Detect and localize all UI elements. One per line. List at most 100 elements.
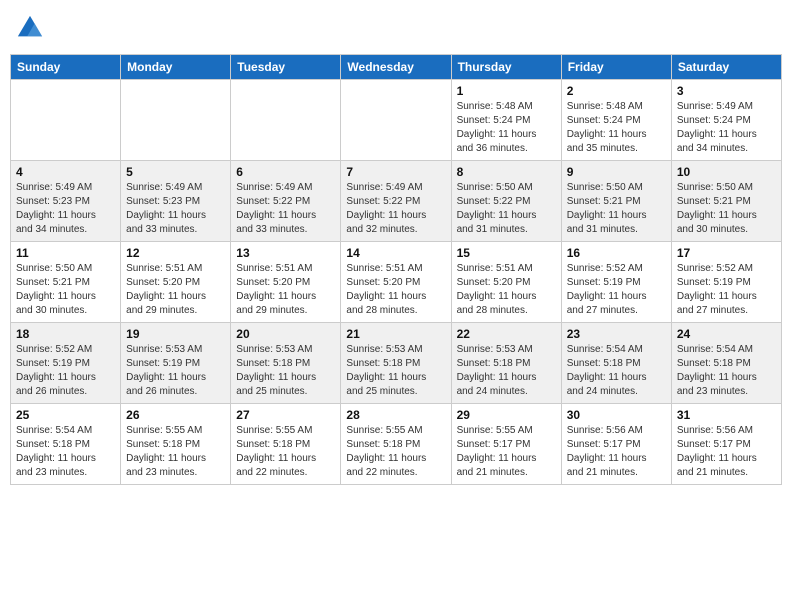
calendar-week-row: 4 Sunrise: 5:49 AM Sunset: 5:23 PM Daylig… [11, 161, 782, 242]
weekday-header-monday: Monday [121, 55, 231, 80]
day-number: 10 [677, 165, 776, 179]
day-number: 18 [16, 327, 115, 341]
day-number: 3 [677, 84, 776, 98]
calendar-cell: 3 Sunrise: 5:49 AM Sunset: 5:24 PM Daylig… [671, 80, 781, 161]
weekday-header-row: SundayMondayTuesdayWednesdayThursdayFrid… [11, 55, 782, 80]
day-info: Sunrise: 5:55 AM Sunset: 5:18 PM Dayligh… [346, 424, 445, 480]
calendar-cell [341, 80, 451, 161]
calendar-cell: 25 Sunrise: 5:54 AM Sunset: 5:18 PM Dayli… [11, 404, 121, 485]
day-info: Sunrise: 5:55 AM Sunset: 5:18 PM Dayligh… [126, 424, 225, 480]
day-number: 13 [236, 246, 335, 260]
calendar-cell [121, 80, 231, 161]
calendar-cell: 9 Sunrise: 5:50 AM Sunset: 5:21 PM Daylig… [561, 161, 671, 242]
page-header [10, 10, 782, 46]
day-info: Sunrise: 5:55 AM Sunset: 5:17 PM Dayligh… [457, 424, 556, 480]
day-number: 30 [567, 408, 666, 422]
calendar-cell: 28 Sunrise: 5:55 AM Sunset: 5:18 PM Dayli… [341, 404, 451, 485]
day-info: Sunrise: 5:53 AM Sunset: 5:18 PM Dayligh… [346, 343, 445, 399]
weekday-header-sunday: Sunday [11, 55, 121, 80]
calendar-cell: 13 Sunrise: 5:51 AM Sunset: 5:20 PM Dayli… [231, 242, 341, 323]
day-number: 31 [677, 408, 776, 422]
day-info: Sunrise: 5:52 AM Sunset: 5:19 PM Dayligh… [677, 262, 776, 318]
day-info: Sunrise: 5:49 AM Sunset: 5:24 PM Dayligh… [677, 100, 776, 156]
calendar-cell: 14 Sunrise: 5:51 AM Sunset: 5:20 PM Dayli… [341, 242, 451, 323]
day-number: 5 [126, 165, 225, 179]
day-info: Sunrise: 5:50 AM Sunset: 5:21 PM Dayligh… [16, 262, 115, 318]
calendar-cell: 5 Sunrise: 5:49 AM Sunset: 5:23 PM Daylig… [121, 161, 231, 242]
day-info: Sunrise: 5:52 AM Sunset: 5:19 PM Dayligh… [16, 343, 115, 399]
day-number: 9 [567, 165, 666, 179]
weekday-header-saturday: Saturday [671, 55, 781, 80]
calendar-table: SundayMondayTuesdayWednesdayThursdayFrid… [10, 54, 782, 485]
day-info: Sunrise: 5:48 AM Sunset: 5:24 PM Dayligh… [457, 100, 556, 156]
logo [16, 14, 48, 42]
day-info: Sunrise: 5:50 AM Sunset: 5:22 PM Dayligh… [457, 181, 556, 237]
day-info: Sunrise: 5:50 AM Sunset: 5:21 PM Dayligh… [567, 181, 666, 237]
day-number: 24 [677, 327, 776, 341]
calendar-cell [11, 80, 121, 161]
calendar-cell: 23 Sunrise: 5:54 AM Sunset: 5:18 PM Dayli… [561, 323, 671, 404]
day-number: 2 [567, 84, 666, 98]
calendar-cell: 1 Sunrise: 5:48 AM Sunset: 5:24 PM Daylig… [451, 80, 561, 161]
calendar-cell: 22 Sunrise: 5:53 AM Sunset: 5:18 PM Dayli… [451, 323, 561, 404]
calendar-cell: 26 Sunrise: 5:55 AM Sunset: 5:18 PM Dayli… [121, 404, 231, 485]
day-number: 14 [346, 246, 445, 260]
day-info: Sunrise: 5:50 AM Sunset: 5:21 PM Dayligh… [677, 181, 776, 237]
calendar-cell: 27 Sunrise: 5:55 AM Sunset: 5:18 PM Dayli… [231, 404, 341, 485]
calendar-cell: 4 Sunrise: 5:49 AM Sunset: 5:23 PM Daylig… [11, 161, 121, 242]
calendar-cell: 21Sunrise: 5:53 AM Sunset: 5:18 PM Dayli… [341, 323, 451, 404]
weekday-header-thursday: Thursday [451, 55, 561, 80]
day-info: Sunrise: 5:49 AM Sunset: 5:22 PM Dayligh… [346, 181, 445, 237]
weekday-header-tuesday: Tuesday [231, 55, 341, 80]
day-number: 7 [346, 165, 445, 179]
day-number: 4 [16, 165, 115, 179]
calendar-cell: 15 Sunrise: 5:51 AM Sunset: 5:20 PM Dayli… [451, 242, 561, 323]
weekday-header-wednesday: Wednesday [341, 55, 451, 80]
day-info: Sunrise: 5:54 AM Sunset: 5:18 PM Dayligh… [567, 343, 666, 399]
day-info: Sunrise: 5:51 AM Sunset: 5:20 PM Dayligh… [346, 262, 445, 318]
calendar-cell: 2Sunrise: 5:48 AM Sunset: 5:24 PM Daylig… [561, 80, 671, 161]
day-info: Sunrise: 5:55 AM Sunset: 5:18 PM Dayligh… [236, 424, 335, 480]
calendar-cell: 19Sunrise: 5:53 AM Sunset: 5:19 PM Dayli… [121, 323, 231, 404]
day-info: Sunrise: 5:56 AM Sunset: 5:17 PM Dayligh… [677, 424, 776, 480]
logo-icon [16, 14, 44, 42]
day-number: 20 [236, 327, 335, 341]
calendar-week-row: 25 Sunrise: 5:54 AM Sunset: 5:18 PM Dayli… [11, 404, 782, 485]
calendar-week-row: 18 Sunrise: 5:52 AM Sunset: 5:19 PM Dayli… [11, 323, 782, 404]
day-info: Sunrise: 5:51 AM Sunset: 5:20 PM Dayligh… [457, 262, 556, 318]
calendar-cell: 24 Sunrise: 5:54 AM Sunset: 5:18 PM Dayli… [671, 323, 781, 404]
weekday-header-friday: Friday [561, 55, 671, 80]
day-info: Sunrise: 5:53 AM Sunset: 5:18 PM Dayligh… [236, 343, 335, 399]
calendar-cell: 31 Sunrise: 5:56 AM Sunset: 5:17 PM Dayli… [671, 404, 781, 485]
calendar-cell: 30 Sunrise: 5:56 AM Sunset: 5:17 PM Dayli… [561, 404, 671, 485]
day-info: Sunrise: 5:54 AM Sunset: 5:18 PM Dayligh… [677, 343, 776, 399]
day-info: Sunrise: 5:53 AM Sunset: 5:18 PM Dayligh… [457, 343, 556, 399]
day-number: 16 [567, 246, 666, 260]
calendar-cell [231, 80, 341, 161]
day-number: 22 [457, 327, 556, 341]
day-info: Sunrise: 5:56 AM Sunset: 5:17 PM Dayligh… [567, 424, 666, 480]
day-info: Sunrise: 5:52 AM Sunset: 5:19 PM Dayligh… [567, 262, 666, 318]
day-number: 15 [457, 246, 556, 260]
day-info: Sunrise: 5:49 AM Sunset: 5:23 PM Dayligh… [16, 181, 115, 237]
day-info: Sunrise: 5:51 AM Sunset: 5:20 PM Dayligh… [236, 262, 335, 318]
day-number: 29 [457, 408, 556, 422]
calendar-cell: 20 Sunrise: 5:53 AM Sunset: 5:18 PM Dayli… [231, 323, 341, 404]
calendar-cell: 8Sunrise: 5:50 AM Sunset: 5:22 PM Daylig… [451, 161, 561, 242]
day-info: Sunrise: 5:54 AM Sunset: 5:18 PM Dayligh… [16, 424, 115, 480]
day-number: 25 [16, 408, 115, 422]
day-info: Sunrise: 5:49 AM Sunset: 5:23 PM Dayligh… [126, 181, 225, 237]
day-number: 19 [126, 327, 225, 341]
day-number: 23 [567, 327, 666, 341]
day-number: 12 [126, 246, 225, 260]
day-number: 28 [346, 408, 445, 422]
calendar-cell: 11Sunrise: 5:50 AM Sunset: 5:21 PM Dayli… [11, 242, 121, 323]
calendar-cell: 12Sunrise: 5:51 AM Sunset: 5:20 PM Dayli… [121, 242, 231, 323]
day-number: 27 [236, 408, 335, 422]
day-number: 6 [236, 165, 335, 179]
day-info: Sunrise: 5:49 AM Sunset: 5:22 PM Dayligh… [236, 181, 335, 237]
day-number: 26 [126, 408, 225, 422]
day-number: 1 [457, 84, 556, 98]
calendar-cell: 17Sunrise: 5:52 AM Sunset: 5:19 PM Dayli… [671, 242, 781, 323]
calendar-cell: 18 Sunrise: 5:52 AM Sunset: 5:19 PM Dayli… [11, 323, 121, 404]
